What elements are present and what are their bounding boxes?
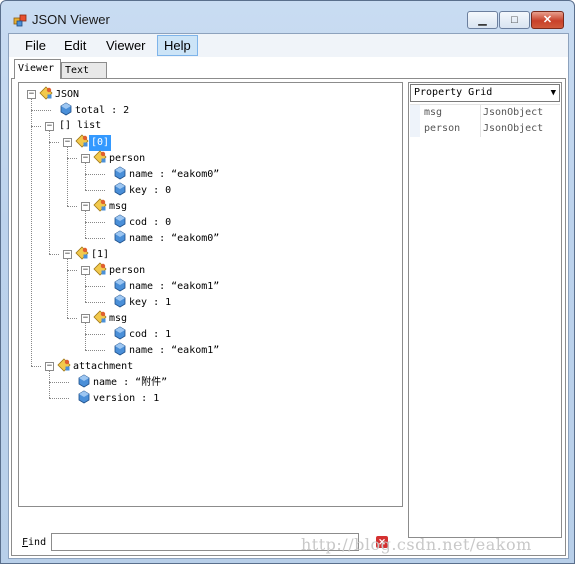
value-icon bbox=[77, 390, 91, 404]
property-grid-selector[interactable]: Property Grid ▼ bbox=[410, 84, 560, 102]
property-value: JsonObject bbox=[480, 105, 543, 121]
close-button[interactable]: ✕ bbox=[531, 11, 564, 29]
object-icon bbox=[93, 262, 107, 276]
tab-text[interactable]: Text bbox=[61, 62, 107, 79]
value-icon bbox=[113, 294, 127, 308]
tree-node-label: key : 1 bbox=[129, 297, 172, 308]
collapse-toggle-icon[interactable]: − bbox=[63, 138, 72, 147]
value-icon bbox=[77, 374, 91, 388]
value-icon bbox=[113, 278, 127, 292]
collapse-toggle-icon[interactable]: − bbox=[81, 154, 90, 163]
tree-node-label: name : “eakom0” bbox=[129, 169, 220, 180]
object-icon bbox=[93, 150, 107, 164]
tree-node[interactable]: [1] bbox=[75, 246, 111, 262]
value-icon bbox=[113, 182, 127, 196]
property-value: JsonObject bbox=[480, 121, 543, 137]
value-icon bbox=[113, 326, 127, 340]
minimize-button[interactable]: ▁ bbox=[467, 11, 498, 29]
value-icon bbox=[113, 230, 127, 244]
tree-node[interactable]: key : 0 bbox=[113, 182, 173, 198]
watermark: http://blog.csdn.net/eakom bbox=[301, 535, 532, 554]
tree-node-label: cod : 1 bbox=[129, 329, 172, 340]
tab-strip: Viewer Text bbox=[9, 57, 568, 79]
object-icon bbox=[93, 310, 107, 324]
property-row[interactable]: msg JsonObject bbox=[410, 104, 560, 121]
tree-node-label: person bbox=[109, 153, 146, 164]
tree-node-label: [0] bbox=[89, 135, 112, 151]
value-icon bbox=[113, 214, 127, 228]
tree-node[interactable]: name : “eakom1” bbox=[113, 342, 221, 358]
collapse-toggle-icon[interactable]: − bbox=[45, 122, 54, 131]
tree-node-label: msg bbox=[109, 201, 128, 212]
tree-node-label: name : “eakom0” bbox=[129, 233, 220, 244]
tree-node-label: cod : 0 bbox=[129, 217, 172, 228]
collapse-toggle-icon[interactable]: − bbox=[27, 90, 36, 99]
value-icon bbox=[113, 342, 127, 356]
tree-node[interactable]: attachment bbox=[57, 358, 135, 374]
object-icon bbox=[39, 86, 53, 100]
value-icon bbox=[113, 166, 127, 180]
tree-node[interactable]: JSON bbox=[39, 86, 81, 102]
property-key: msg bbox=[424, 107, 443, 118]
menu-file[interactable]: File bbox=[19, 36, 52, 55]
property-row[interactable]: person JsonObject bbox=[410, 121, 560, 137]
collapse-toggle-icon[interactable]: − bbox=[81, 202, 90, 211]
value-icon bbox=[59, 102, 73, 116]
title-bar[interactable]: JSON Viewer ▁ □ ✕ bbox=[1, 1, 574, 33]
chevron-down-icon[interactable]: ▼ bbox=[551, 85, 556, 101]
tree-node[interactable]: msg bbox=[93, 310, 129, 326]
object-icon bbox=[93, 198, 107, 212]
collapse-toggle-icon[interactable]: − bbox=[63, 250, 72, 259]
tree-node[interactable]: name : “eakom0” bbox=[113, 230, 221, 246]
app-icon bbox=[13, 14, 27, 27]
tree-node-label: [1] bbox=[91, 249, 110, 260]
tree-node-label: [] list bbox=[59, 120, 102, 131]
tree-node[interactable]: version : 1 bbox=[77, 390, 161, 406]
object-icon bbox=[75, 246, 89, 260]
json-tree[interactable]: − JSON total : 2−[] list − [0] − person name : … bbox=[18, 82, 403, 507]
property-key: person bbox=[424, 123, 461, 134]
tree-node[interactable]: name : “附件” bbox=[77, 374, 169, 390]
tree-node-label: version : 1 bbox=[93, 393, 160, 404]
object-icon bbox=[57, 358, 71, 372]
property-grid-selector-label: Property Grid bbox=[414, 87, 493, 98]
tree-node[interactable]: name : “eakom0” bbox=[113, 166, 221, 182]
tab-viewer[interactable]: Viewer bbox=[14, 59, 61, 79]
menu-viewer[interactable]: Viewer bbox=[100, 36, 152, 55]
tree-node[interactable]: msg bbox=[93, 198, 129, 214]
tree-node[interactable]: [0] bbox=[75, 134, 112, 151]
tree-node[interactable]: key : 1 bbox=[113, 294, 173, 310]
tree-node-label: msg bbox=[109, 313, 128, 324]
tree-node[interactable]: cod : 0 bbox=[113, 214, 173, 230]
tree-node[interactable]: person bbox=[93, 150, 147, 166]
menu-edit[interactable]: Edit bbox=[58, 36, 92, 55]
maximize-button[interactable]: □ bbox=[499, 11, 530, 29]
property-grid: Property Grid ▼ msg JsonObject person Js… bbox=[408, 82, 562, 538]
menu-bar: File Edit Viewer Help bbox=[9, 34, 568, 57]
collapse-toggle-icon[interactable]: − bbox=[45, 362, 54, 371]
collapse-toggle-icon[interactable]: − bbox=[81, 266, 90, 275]
tree-node-label: person bbox=[109, 265, 146, 276]
tree-node-label: attachment bbox=[73, 361, 134, 372]
tree-node-label: JSON bbox=[55, 89, 80, 100]
window-title: JSON Viewer bbox=[32, 12, 110, 27]
find-label: Find bbox=[22, 537, 47, 548]
tree-node-label: name : “eakom1” bbox=[129, 345, 220, 356]
tree-node[interactable]: person bbox=[93, 262, 147, 278]
tree-node-label: key : 0 bbox=[129, 185, 172, 196]
tree-node[interactable]: [] list bbox=[57, 118, 103, 134]
tree-node[interactable]: cod : 1 bbox=[113, 326, 173, 342]
tree-node-label: name : “附件” bbox=[93, 377, 168, 388]
tree-node-label: name : “eakom1” bbox=[129, 281, 220, 292]
tree-node[interactable]: total : 2 bbox=[59, 102, 131, 118]
menu-help[interactable]: Help bbox=[157, 35, 198, 56]
tree-node-label: total : 2 bbox=[75, 105, 130, 116]
object-icon bbox=[75, 134, 89, 148]
client-area: File Edit Viewer Help Viewer Text − JSON t… bbox=[8, 33, 569, 559]
app-window: JSON Viewer ▁ □ ✕ File Edit Viewer Help … bbox=[0, 0, 575, 564]
tree-node[interactable]: name : “eakom1” bbox=[113, 278, 221, 294]
collapse-toggle-icon[interactable]: − bbox=[81, 314, 90, 323]
viewer-panel: − JSON total : 2−[] list − [0] − person name : … bbox=[11, 78, 566, 556]
